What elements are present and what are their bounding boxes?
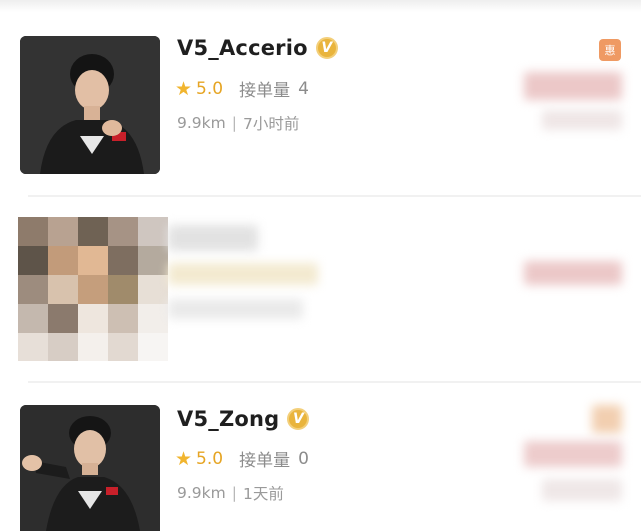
verified-v-icon: V [315,37,338,59]
player-last-active: 1天前 [242,485,284,503]
blurred-price-detail-1 [542,110,622,130]
blurred-meta [168,299,303,319]
blurred-price-2 [524,261,622,285]
meta-separator: | [231,114,237,132]
blurred-price-detail-3 [542,479,622,501]
orders-label: 接单量 [239,81,291,101]
blurred-price-1 [524,72,622,100]
player-distance: 9.9km [177,114,226,132]
pixelated-avatar [18,217,168,361]
orders-count: 4 [298,78,309,99]
star-icon: ★ [175,77,193,100]
player-distance: 9.9km [177,484,226,502]
player-rating: 5.0 [196,448,224,469]
player-avatar-1[interactable] [20,36,160,174]
player-photo-2 [20,405,160,531]
blurred-badge-3 [592,405,622,433]
verified-v-icon: V [287,408,310,430]
blurred-rating [168,263,318,285]
player-photo-1 [20,36,160,174]
player-avatar-2[interactable] [20,405,160,531]
star-icon: ★ [175,447,193,470]
player-last-active: 7小时前 [242,115,300,133]
player-name[interactable]: V5_Accerio [177,36,308,60]
orders-label: 接单量 [239,451,291,471]
orders-count: 0 [298,448,309,469]
player-card-1[interactable]: V5_Accerio V ★ 5.0 接单量 4 9.9km | 7小时前 惠 [0,0,641,195]
meta-separator: | [231,484,237,502]
blurred-name [168,225,258,251]
player-card-blurred[interactable] [0,197,641,382]
player-card-2[interactable]: V5_Zong V ★ 5.0 接单量 0 9.9km | 1天前 [0,383,641,531]
promo-tag-icon: 惠 [599,39,621,61]
blurred-price-3 [524,441,622,467]
player-name[interactable]: V5_Zong [177,407,279,431]
player-rating: 5.0 [196,78,224,99]
